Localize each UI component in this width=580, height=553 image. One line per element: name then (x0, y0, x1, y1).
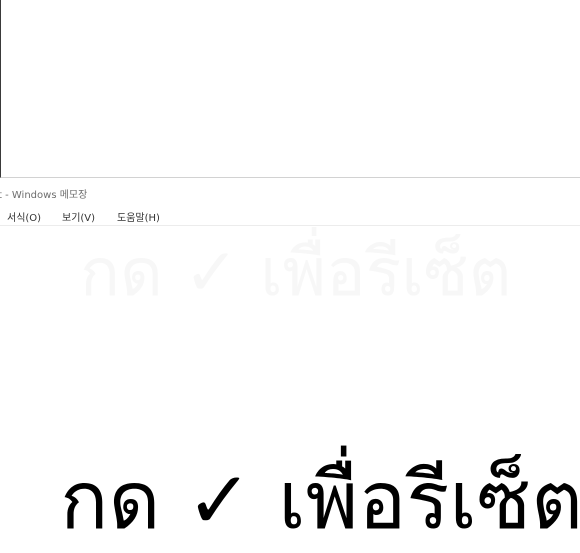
menu-bar: 서식(O) 보기(V) 도움말(H) (0, 206, 580, 226)
ghost-overlay-text: กด ✓ เพื่อรีเซ็ต (80, 234, 512, 311)
window-title: t - Windows 메모장 (0, 190, 88, 201)
screen: t - Windows 메모장 서식(O) 보기(V) 도움말(H) กด ✓ … (0, 0, 580, 553)
notepad-window: t - Windows 메모장 서식(O) 보기(V) 도움말(H) กด ✓ … (0, 179, 580, 553)
text-editor[interactable]: กด ✓ เพื่อรีเซ็ต กด ✓ เพื่อรีเซ็ต (0, 226, 580, 553)
upper-blank-window (0, 0, 580, 178)
menu-format[interactable]: 서식(O) (7, 209, 41, 224)
menu-view[interactable]: 보기(V) (62, 209, 95, 224)
editor-content: กด ✓ เพื่อรีเซ็ต (60, 454, 580, 547)
menu-help[interactable]: 도움말(H) (117, 209, 160, 224)
title-bar[interactable]: t - Windows 메모장 (0, 179, 580, 205)
